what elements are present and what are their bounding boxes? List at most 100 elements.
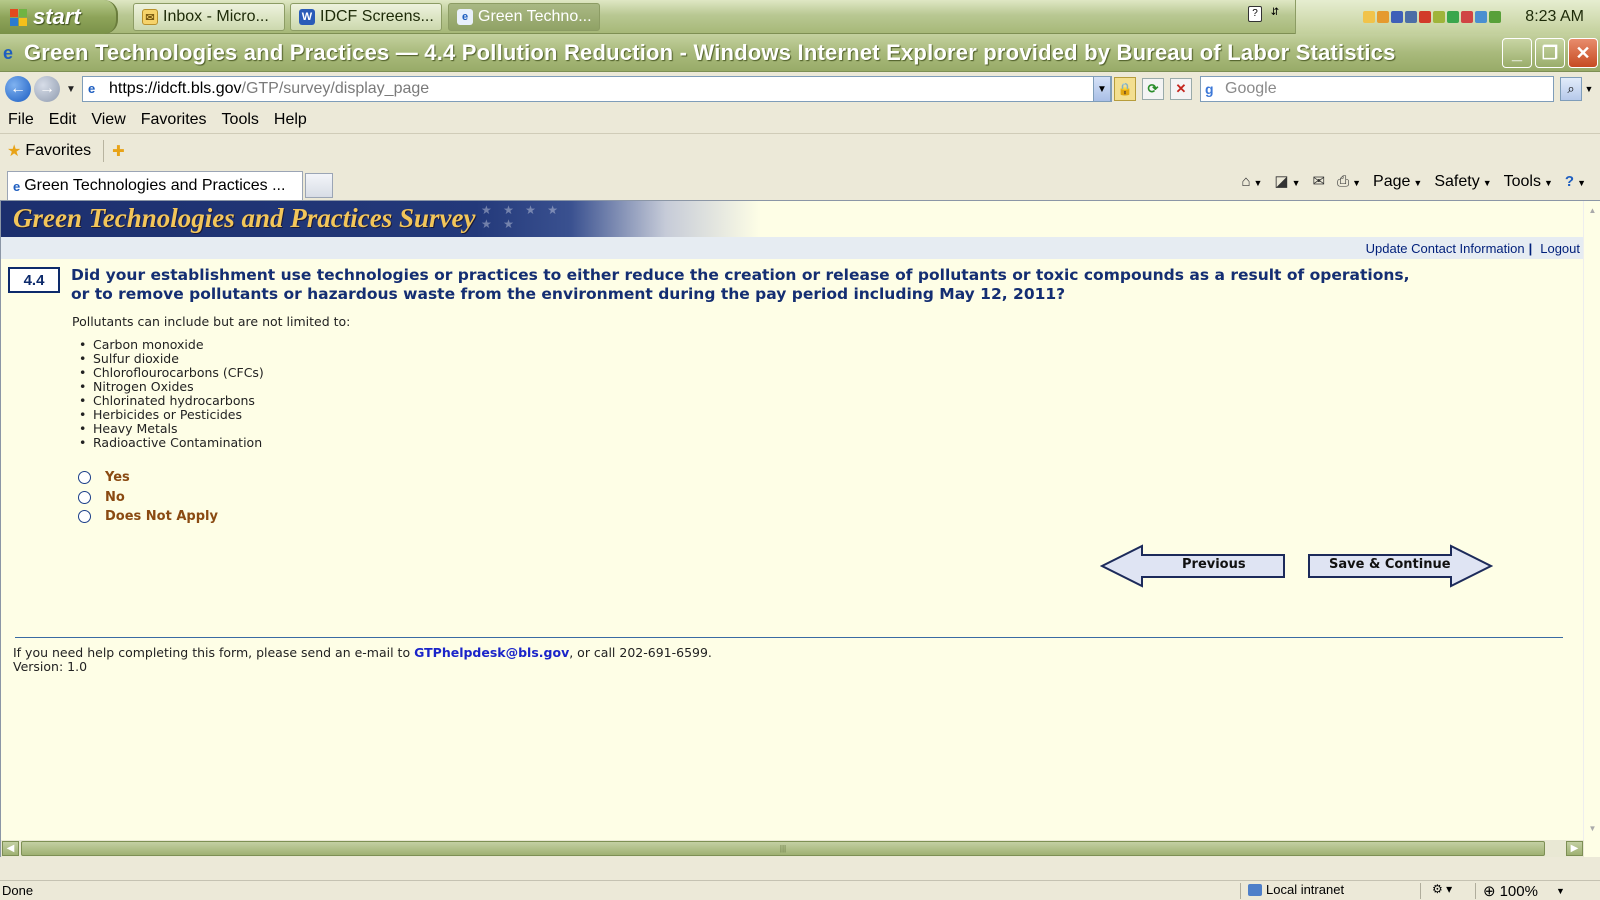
radio-yes[interactable] bbox=[78, 471, 91, 484]
option-label[interactable]: Does Not Apply bbox=[105, 509, 218, 524]
chevron-down-icon: ▼ bbox=[1577, 177, 1586, 188]
favorites-button[interactable]: Favorites bbox=[25, 142, 91, 160]
tray-app-icon[interactable] bbox=[1447, 11, 1460, 23]
taskbar-item-label: Inbox - Micro... bbox=[163, 8, 269, 25]
security-zone[interactable]: Local intranet bbox=[1248, 882, 1344, 897]
radio-does-not-apply[interactable] bbox=[78, 510, 91, 523]
pollutants-intro: Pollutants can include but are not limit… bbox=[72, 314, 351, 329]
option-no[interactable]: No bbox=[78, 490, 125, 505]
option-yes[interactable]: Yes bbox=[78, 470, 130, 485]
taskbar-item-label: Green Techno... bbox=[478, 8, 592, 25]
menu-file[interactable]: File bbox=[8, 111, 34, 129]
monitor-icon[interactable] bbox=[1405, 11, 1418, 23]
scroll-left-icon[interactable]: ◀ bbox=[2, 841, 19, 856]
menu-favorites[interactable]: Favorites bbox=[141, 111, 207, 129]
maximize-button[interactable]: ❐ bbox=[1535, 38, 1565, 68]
close-button[interactable]: ✕ bbox=[1568, 38, 1598, 68]
network-error-icon[interactable] bbox=[1419, 11, 1432, 23]
update-contact-link[interactable]: Update Contact Information bbox=[1366, 241, 1525, 256]
protected-mode-icon[interactable]: ⚙ ▾ bbox=[1432, 882, 1452, 896]
scroll-right-icon[interactable]: ▶ bbox=[1566, 841, 1583, 856]
windows-logo-icon bbox=[10, 8, 27, 26]
option-label[interactable]: No bbox=[105, 490, 125, 505]
menu-edit[interactable]: Edit bbox=[49, 111, 77, 129]
favorites-star-icon: ★ bbox=[7, 143, 22, 160]
search-button[interactable]: ⌕ bbox=[1560, 77, 1582, 101]
search-input[interactable]: g Google bbox=[1200, 76, 1554, 102]
list-item: Heavy Metals bbox=[79, 422, 264, 437]
taskbar-item-green-techno[interactable]: e Green Techno... bbox=[448, 3, 600, 31]
option-does-not-apply[interactable]: Does Not Apply bbox=[78, 509, 218, 524]
help-menu[interactable]: ? ▼ bbox=[1565, 173, 1586, 191]
helpdesk-email-link[interactable]: GTPhelpdesk@bls.gov bbox=[414, 645, 569, 660]
survey-banner: Green Technologies and Practices Survey … bbox=[1, 201, 1584, 237]
scrollbar-thumb[interactable]: ||| bbox=[21, 841, 1545, 856]
logout-link[interactable]: Logout bbox=[1540, 241, 1580, 256]
window-title: Green Technologies and Practices — 4.4 P… bbox=[24, 39, 1396, 65]
mail-button[interactable]: ✉ bbox=[1313, 172, 1326, 191]
intranet-icon bbox=[1248, 883, 1262, 896]
tools-menu[interactable]: Tools ▼ bbox=[1504, 173, 1553, 191]
window-controls: _ ❐ ✕ bbox=[1502, 38, 1598, 68]
taskbar-item-idcf[interactable]: W IDCF Screens... bbox=[290, 3, 442, 31]
refresh-button[interactable]: ⟳ bbox=[1142, 78, 1164, 100]
new-tab-button[interactable] bbox=[305, 173, 333, 198]
page-menu[interactable]: Page ▼ bbox=[1373, 173, 1422, 191]
safety-menu[interactable]: Safety ▼ bbox=[1434, 173, 1491, 191]
feeds-button[interactable]: ◪ ▼ bbox=[1274, 172, 1300, 191]
list-item: Chlorinated hydrocarbons bbox=[79, 394, 264, 409]
history-dropdown[interactable]: ▼ bbox=[66, 84, 76, 95]
address-bar[interactable]: e https://idcft.bls.gov/GTP/survey/displ… bbox=[82, 76, 1112, 102]
ie-icon: e bbox=[3, 42, 14, 63]
tab-green-technologies[interactable]: e Green Technologies and Practices ... bbox=[7, 171, 303, 200]
save-continue-button[interactable]: Save & Continue bbox=[1307, 544, 1493, 588]
taskbar-item-inbox[interactable]: ✉ Inbox - Micro... bbox=[133, 3, 285, 31]
divider bbox=[1420, 883, 1421, 899]
menu-bar: File Edit View Favorites Tools Help bbox=[0, 106, 1600, 134]
tray-app-icon[interactable] bbox=[1377, 11, 1390, 23]
menu-view[interactable]: View bbox=[91, 111, 125, 129]
menu-help[interactable]: Help bbox=[274, 111, 307, 129]
menu-tools[interactable]: Tools bbox=[222, 111, 259, 129]
outlook-icon: ✉ bbox=[142, 9, 158, 25]
chevron-down-icon: ▼ bbox=[1352, 177, 1362, 188]
scroll-up-icon[interactable]: ▲ bbox=[1585, 203, 1600, 218]
ie-icon: e bbox=[13, 178, 21, 194]
divider bbox=[1240, 883, 1241, 899]
option-label[interactable]: Yes bbox=[105, 470, 130, 485]
footer-divider bbox=[15, 637, 1563, 638]
search-options-dropdown[interactable]: ▼ bbox=[1582, 77, 1596, 101]
add-favorite-icon[interactable]: ✚ bbox=[112, 142, 125, 160]
flag-stars-decoration: ★ ★ ★ ★ ★ ★ bbox=[481, 203, 563, 231]
start-button[interactable]: start bbox=[0, 0, 118, 34]
question-text: Did your establishment use technologies … bbox=[71, 266, 1410, 303]
back-button[interactable]: ← bbox=[5, 76, 31, 102]
tray-app-icon[interactable] bbox=[1433, 11, 1446, 23]
tray-app-icon[interactable] bbox=[1461, 11, 1474, 23]
divider bbox=[1475, 883, 1476, 899]
mail-icon[interactable] bbox=[1363, 11, 1376, 23]
previous-button[interactable]: Previous bbox=[1100, 544, 1286, 588]
tray-app-icon[interactable] bbox=[1489, 11, 1502, 23]
safety-menu-label: Safety bbox=[1434, 172, 1480, 190]
print-button[interactable]: ⎙ ▼ bbox=[1337, 173, 1361, 191]
vertical-scrollbar[interactable]: ▲ ▼ bbox=[1583, 201, 1600, 857]
minimize-button[interactable]: _ bbox=[1502, 38, 1532, 68]
url-path: /GTP/survey/display_page bbox=[241, 80, 430, 97]
home-button[interactable]: ⌂ ▼ bbox=[1241, 173, 1262, 191]
restore-icon[interactable]: ⇵ bbox=[1268, 6, 1282, 22]
shield-icon[interactable] bbox=[1391, 11, 1404, 23]
page-icon: e bbox=[88, 81, 96, 96]
forward-button[interactable]: → bbox=[34, 76, 60, 102]
status-bar: Done Local intranet ⚙ ▾ ⊕ 100% ▼ bbox=[0, 880, 1600, 900]
tray-app-icon[interactable] bbox=[1475, 11, 1488, 23]
radio-no[interactable] bbox=[78, 491, 91, 504]
horizontal-scrollbar[interactable]: ◀ ||| ▶ bbox=[1, 840, 1584, 857]
lock-icon[interactable]: 🔒 bbox=[1114, 77, 1136, 101]
word-icon: W bbox=[299, 9, 315, 25]
scroll-down-icon[interactable]: ▼ bbox=[1585, 821, 1600, 836]
help-icon[interactable]: ? bbox=[1248, 6, 1262, 22]
address-dropdown[interactable]: ▼ bbox=[1093, 76, 1111, 102]
stop-button[interactable]: ✕ bbox=[1170, 78, 1192, 100]
zoom-control[interactable]: ⊕ 100% ▼ bbox=[1483, 882, 1565, 900]
